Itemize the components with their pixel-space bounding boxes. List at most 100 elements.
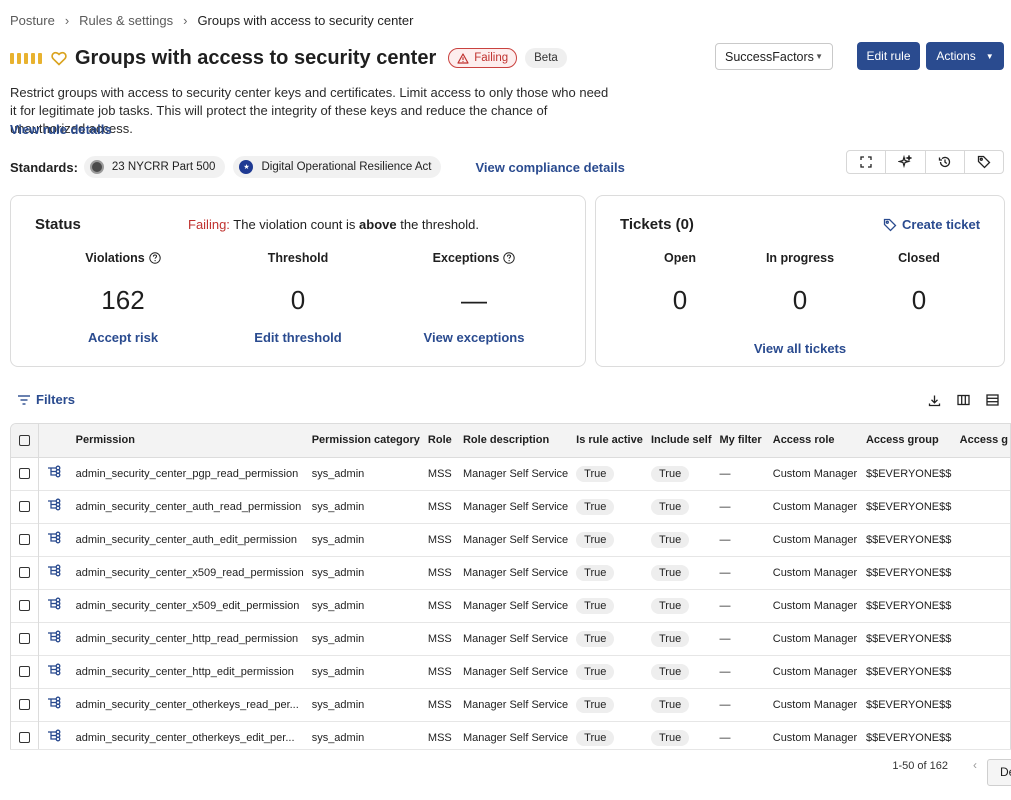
- col-header-is-rule-active[interactable]: Is rule active: [568, 424, 643, 458]
- cell-permission-category: sys_admin: [311, 632, 365, 645]
- row-checkbox[interactable]: [19, 567, 30, 579]
- nycrr-seal-icon: [89, 160, 104, 174]
- view-all-tickets-link[interactable]: View all tickets: [596, 341, 1004, 356]
- cell-my-filter: —: [719, 698, 731, 711]
- instance-select[interactable]: SuccessFactors ▼: [715, 43, 833, 70]
- standard-chip-nycrr[interactable]: 23 NYCRR Part 500: [83, 156, 226, 178]
- col-header-role[interactable]: Role: [419, 424, 455, 458]
- history-icon[interactable]: [926, 151, 965, 173]
- relation-icon[interactable]: [38, 589, 67, 622]
- row-checkbox[interactable]: [19, 468, 30, 480]
- cell-include-self: True: [643, 622, 712, 655]
- table-row[interactable]: admin_security_center_x509_edit_permissi…: [11, 589, 1010, 622]
- help-icon[interactable]: [503, 252, 516, 264]
- sparkle-icon[interactable]: [886, 151, 926, 173]
- relation-icon[interactable]: [38, 457, 67, 490]
- cell-access-group: $$EVERYONE$$: [865, 665, 952, 678]
- floating-tab[interactable]: De: [987, 759, 1011, 786]
- cell-access-g: [952, 523, 1010, 556]
- breadcrumb-separator: ›: [183, 13, 188, 28]
- cell-access-g: [952, 622, 1010, 655]
- help-icon[interactable]: [149, 252, 161, 264]
- row-checkbox[interactable]: [19, 732, 30, 744]
- breadcrumb-posture[interactable]: Posture: [10, 13, 55, 28]
- col-header-access-role[interactable]: Access role: [764, 424, 858, 458]
- tag-icon[interactable]: [965, 151, 1003, 173]
- cell-role: MSS: [427, 533, 452, 546]
- true-pill: True: [650, 663, 690, 680]
- select-all-checkbox[interactable]: [19, 434, 30, 446]
- cell-access-group: $$EVERYONE$$: [865, 533, 952, 546]
- relation-icon[interactable]: [38, 523, 67, 556]
- row-checkbox[interactable]: [19, 534, 30, 546]
- row-select-cell: [11, 556, 39, 589]
- relation-icon[interactable]: [38, 688, 67, 721]
- download-icon[interactable]: [926, 392, 942, 408]
- cell-is-rule-active: True: [568, 622, 643, 655]
- cell-my-filter: —: [719, 533, 731, 546]
- col-header-my-filter[interactable]: My filter: [711, 424, 765, 458]
- view-compliance-link[interactable]: View compliance details: [475, 160, 624, 175]
- table-row[interactable]: admin_security_center_pgp_read_permissio…: [11, 457, 1010, 490]
- row-checkbox[interactable]: [19, 633, 30, 645]
- standards-row: Standards: 23 NYCRR Part 500 ★ Digital O…: [10, 155, 625, 179]
- row-select-cell: [11, 589, 39, 622]
- heart-icon[interactable]: [51, 51, 67, 66]
- table-row[interactable]: admin_security_center_http_edit_permissi…: [11, 655, 1010, 688]
- cell-access-role: Custom Manager: [772, 632, 858, 645]
- cell-access-g: [952, 490, 1010, 523]
- view-exceptions-link[interactable]: View exceptions: [384, 330, 564, 345]
- col-header-include-self[interactable]: Include self: [642, 424, 712, 458]
- columns-icon[interactable]: [955, 392, 971, 408]
- relation-icon[interactable]: [38, 490, 67, 523]
- view-rule-details-link[interactable]: View rule details: [10, 122, 112, 137]
- cell-my-filter: —: [719, 566, 731, 579]
- cell-include-self: True: [643, 457, 712, 490]
- edit-threshold-link[interactable]: Edit threshold: [208, 330, 388, 345]
- actions-button[interactable]: Actions ▼: [926, 42, 1004, 70]
- cell-role-description: Manager Self Service: [462, 500, 569, 513]
- row-select-cell: [11, 457, 39, 490]
- density-icon[interactable]: [984, 392, 1000, 408]
- standard-chip-dora[interactable]: ★ Digital Operational Resilience Act: [233, 156, 442, 178]
- true-pill: True: [576, 630, 615, 647]
- filters-button[interactable]: Filters: [17, 392, 75, 407]
- previous-page-button[interactable]: ‹: [973, 758, 977, 772]
- col-header-role-description[interactable]: Role description: [454, 424, 569, 458]
- col-header-access-group[interactable]: Access group: [857, 424, 952, 458]
- true-pill: True: [576, 696, 615, 713]
- true-pill: True: [650, 597, 690, 614]
- row-checkbox[interactable]: [19, 699, 30, 711]
- cell-access-role: Custom Manager: [772, 599, 858, 612]
- create-ticket-button[interactable]: Create ticket: [883, 217, 980, 232]
- true-pill: True: [650, 729, 690, 746]
- table-row[interactable]: admin_security_center_otherkeys_read_per…: [11, 688, 1010, 721]
- accept-risk-link[interactable]: Accept risk: [33, 330, 213, 345]
- col-header-permission-category[interactable]: Permission category: [303, 424, 420, 458]
- cell-is-rule-active: True: [568, 457, 643, 490]
- closed-tickets-metric: Closed 0: [829, 250, 1009, 317]
- relation-icon[interactable]: [38, 655, 67, 688]
- edit-rule-button[interactable]: Edit rule: [857, 42, 920, 70]
- cell-permission-category: sys_admin: [311, 467, 365, 480]
- row-select-cell: [11, 490, 39, 523]
- table-row[interactable]: admin_security_center_x509_read_permissi…: [11, 556, 1010, 589]
- row-checkbox[interactable]: [19, 501, 30, 513]
- severity-bars-icon: [10, 52, 42, 64]
- cell-role: MSS: [427, 698, 452, 711]
- relation-icon[interactable]: [38, 556, 67, 589]
- cell-role-description: Manager Self Service: [462, 665, 569, 678]
- breadcrumb-separator: ›: [64, 13, 70, 28]
- table-row[interactable]: admin_security_center_auth_edit_permissi…: [11, 523, 1010, 556]
- row-checkbox[interactable]: [19, 666, 30, 678]
- col-header-permission[interactable]: Permission: [67, 424, 304, 458]
- cell-access-role: Custom Manager: [772, 665, 858, 678]
- table-row[interactable]: admin_security_center_auth_read_permissi…: [11, 490, 1010, 523]
- expand-icon[interactable]: [847, 151, 887, 173]
- breadcrumb-rules-settings[interactable]: Rules & settings: [79, 13, 173, 28]
- row-checkbox[interactable]: [19, 600, 30, 612]
- closed-count: 0: [911, 285, 927, 315]
- relation-icon[interactable]: [38, 622, 67, 655]
- table-row[interactable]: admin_security_center_http_read_permissi…: [11, 622, 1010, 655]
- col-header-access-g[interactable]: Access g: [951, 424, 1010, 458]
